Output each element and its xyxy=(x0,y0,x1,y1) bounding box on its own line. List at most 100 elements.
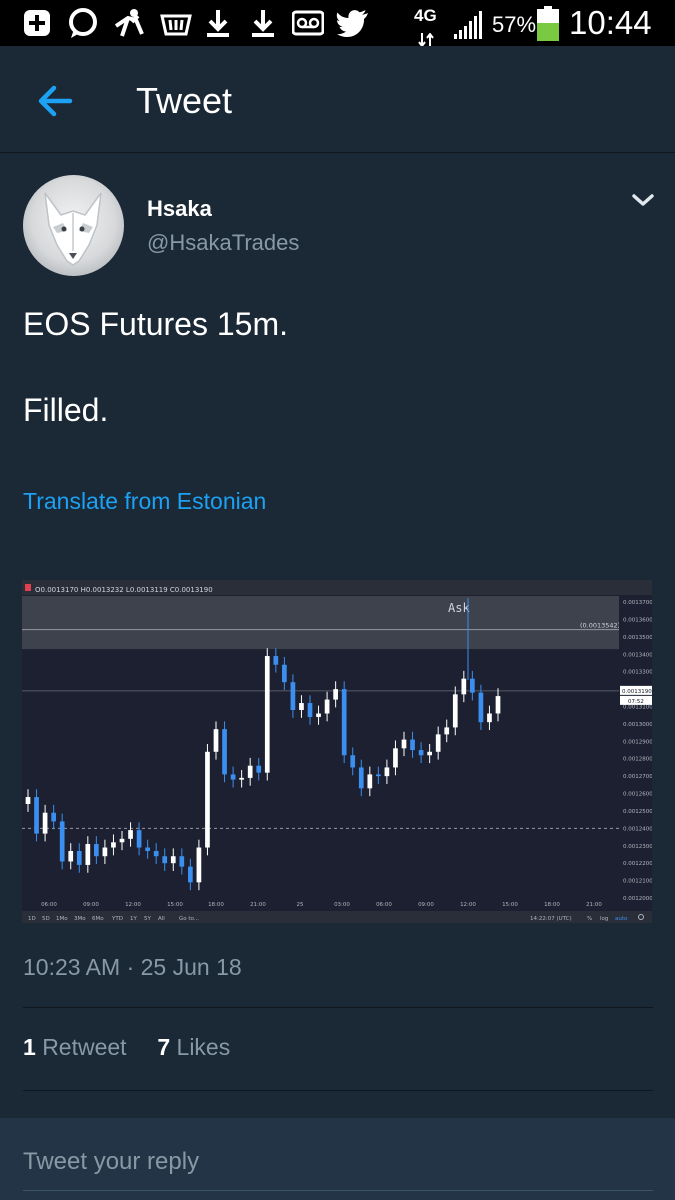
x-tick-label: 18:00 xyxy=(208,902,224,908)
author-name[interactable]: Hsaka xyxy=(147,196,212,222)
y-tick-label: 0.0012100 xyxy=(623,879,652,885)
current-price-label: 0.0013190 xyxy=(622,689,652,695)
candle xyxy=(470,678,475,693)
timeframe-button: 5Y xyxy=(144,916,151,922)
candle xyxy=(68,851,74,862)
candle xyxy=(230,774,236,780)
x-tick-label: 25 xyxy=(297,902,304,908)
likes-link[interactable]: 7 Likes xyxy=(157,1034,230,1060)
reply-input[interactable]: Tweet your reply xyxy=(23,1148,199,1176)
y-tick-label: 0.0012800 xyxy=(623,757,652,763)
timeframe-button: 1Y xyxy=(130,916,137,922)
chart-toolbar-item: auto xyxy=(615,916,628,922)
candle xyxy=(341,689,347,756)
candle xyxy=(94,844,99,857)
divider xyxy=(23,1090,653,1091)
candle xyxy=(42,812,48,834)
y-tick-label: 0.0012700 xyxy=(623,774,652,780)
candle xyxy=(376,774,381,777)
download-icon xyxy=(250,8,276,45)
chart-toolbar-item: 14:22:07 (UTC) xyxy=(530,916,572,922)
timeframe-button: 6Mo xyxy=(92,916,104,922)
retweets-count: 1 xyxy=(23,1034,36,1060)
clock: 10:44 xyxy=(569,4,652,41)
candle xyxy=(324,699,330,714)
y-tick-label: 0.0012000 xyxy=(623,896,652,902)
chart-image[interactable]: O0.0013170 H0.0013232 L0.0013119 C0.0013… xyxy=(22,580,652,923)
chart-toolbar-item: log xyxy=(600,916,608,922)
tweet-menu-button[interactable] xyxy=(630,190,656,210)
y-tick-label: 0.0013100 xyxy=(623,705,652,711)
back-button[interactable] xyxy=(30,74,84,128)
x-tick-label: 15:00 xyxy=(502,902,518,908)
candle xyxy=(162,856,168,864)
candle xyxy=(76,851,82,865)
candle xyxy=(282,664,287,683)
candle xyxy=(25,797,31,805)
ohlc-header: O0.0013170 H0.0013232 L0.0013119 C0.0013… xyxy=(35,586,213,594)
x-tick-label: 12:00 xyxy=(125,902,141,908)
retweets-link[interactable]: 1 Retweet xyxy=(23,1034,127,1060)
candle xyxy=(256,765,262,773)
candle xyxy=(487,713,492,723)
tweet-timestamp: 10:23 AM · 25 Jun 18 xyxy=(23,954,242,980)
timeframe-button: 5D xyxy=(42,916,50,922)
x-tick-label: 03:00 xyxy=(334,902,350,908)
battery-percent: 57% xyxy=(492,12,537,37)
candle xyxy=(247,765,253,778)
candle xyxy=(264,656,270,773)
timeframe-button: 1D xyxy=(28,916,36,922)
x-tick-label: 09:00 xyxy=(418,902,434,908)
x-tick-label: 21:00 xyxy=(586,902,602,908)
likes-count: 7 xyxy=(157,1034,171,1060)
candle xyxy=(205,751,210,848)
timeframe-button: 1Mo xyxy=(56,916,68,922)
candle xyxy=(85,844,91,865)
translate-link[interactable]: Translate from Estonian xyxy=(23,488,266,515)
page-title: Tweet xyxy=(136,80,233,121)
y-tick-label: 0.0013000 xyxy=(623,722,652,728)
author-handle[interactable]: @HsakaTrades xyxy=(147,230,299,256)
y-tick-label: 0.0012300 xyxy=(623,844,652,850)
candle xyxy=(111,842,116,848)
chart-logo-icon xyxy=(25,584,31,591)
y-tick-label: 0.0013500 xyxy=(623,635,652,641)
candle xyxy=(179,856,185,867)
candle xyxy=(153,851,159,857)
candle xyxy=(273,656,279,665)
y-tick-label: 0.0012200 xyxy=(623,861,652,867)
y-tick-label: 0.0012900 xyxy=(623,739,652,745)
avatar[interactable] xyxy=(23,175,124,276)
y-tick-label: 0.0013600 xyxy=(623,617,652,623)
candle xyxy=(444,727,450,735)
candle xyxy=(34,797,39,834)
white-wolf-avatar-icon xyxy=(44,192,102,266)
voicemail-icon xyxy=(291,10,325,43)
candle xyxy=(401,739,407,749)
timeframe-button: All xyxy=(158,916,165,922)
tweet-text-line-2: Filled. xyxy=(23,392,109,428)
divider xyxy=(23,1007,653,1008)
candle xyxy=(128,830,133,839)
x-tick-label: 15:00 xyxy=(167,902,183,908)
candle xyxy=(307,703,313,717)
chart-toolbar-item: % xyxy=(587,916,592,922)
candle xyxy=(350,755,356,768)
candle xyxy=(427,751,432,756)
reply-underline xyxy=(23,1190,653,1191)
tweet-text-line-1: EOS Futures 15m. xyxy=(23,306,288,342)
add-icon xyxy=(22,8,52,45)
candle xyxy=(316,713,321,717)
candle xyxy=(170,856,176,864)
candle xyxy=(290,682,296,711)
runner-icon xyxy=(112,8,146,45)
app-bar: Tweet xyxy=(0,46,675,153)
signal-icon xyxy=(452,8,486,47)
candle xyxy=(51,812,56,822)
y-tick-label: 0.0012500 xyxy=(623,809,652,815)
candle xyxy=(478,692,484,723)
x-tick-label: 12:00 xyxy=(460,902,476,908)
candle xyxy=(461,678,467,695)
candle xyxy=(384,767,390,777)
candle xyxy=(213,729,219,752)
